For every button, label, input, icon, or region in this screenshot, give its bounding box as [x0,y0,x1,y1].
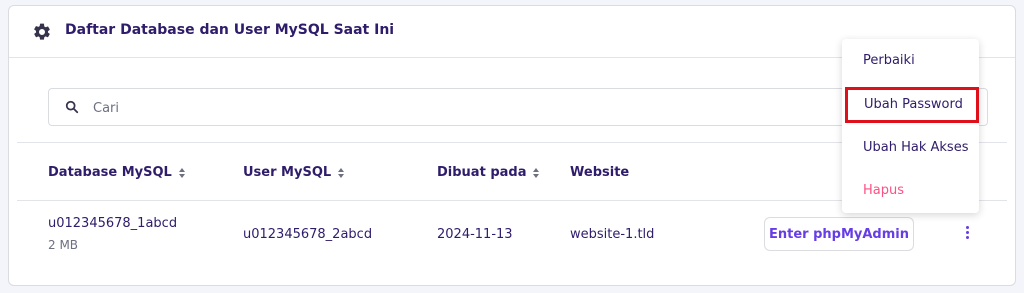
column-header-label: Website [570,165,630,180]
card-title: Daftar Database dan User MySQL Saat Ini [65,22,395,38]
row-actions-menu: Perbaiki Ubah Password Ubah Hak Akses Ha… [842,39,979,213]
menu-item-perbaiki[interactable]: Perbaiki [842,43,979,79]
database-user: u012345678_2abcd [243,227,373,242]
search-input[interactable] [91,97,695,119]
database-size: 2 MB [48,238,79,252]
column-header-created[interactable]: Dibuat pada [437,165,540,180]
sort-icon [533,167,540,178]
column-header-user[interactable]: User MySQL [243,165,345,180]
enter-phpmyadmin-button[interactable]: Enter phpMyAdmin [764,217,914,251]
column-header-label: Database MySQL [48,165,172,180]
column-header-database[interactable]: Database MySQL [48,165,186,180]
column-header-website: Website [570,165,629,180]
database-name: u012345678_1abcd [48,216,178,231]
menu-item-ubah-password[interactable]: Ubah Password [845,87,979,123]
sort-icon [338,167,345,178]
gear-icon [34,23,50,40]
sort-icon [178,167,185,178]
column-header-label: Dibuat pada [437,165,527,180]
column-header-label: User MySQL [243,165,332,180]
menu-item-hapus[interactable]: Hapus [842,173,979,209]
search-icon [65,100,79,114]
created-date: 2024-11-13 [437,227,513,242]
menu-item-ubah-hak-akses[interactable]: Ubah Hak Akses [842,130,979,166]
website-name: website-1.tld [570,227,655,242]
more-options-icon[interactable] [959,224,975,244]
